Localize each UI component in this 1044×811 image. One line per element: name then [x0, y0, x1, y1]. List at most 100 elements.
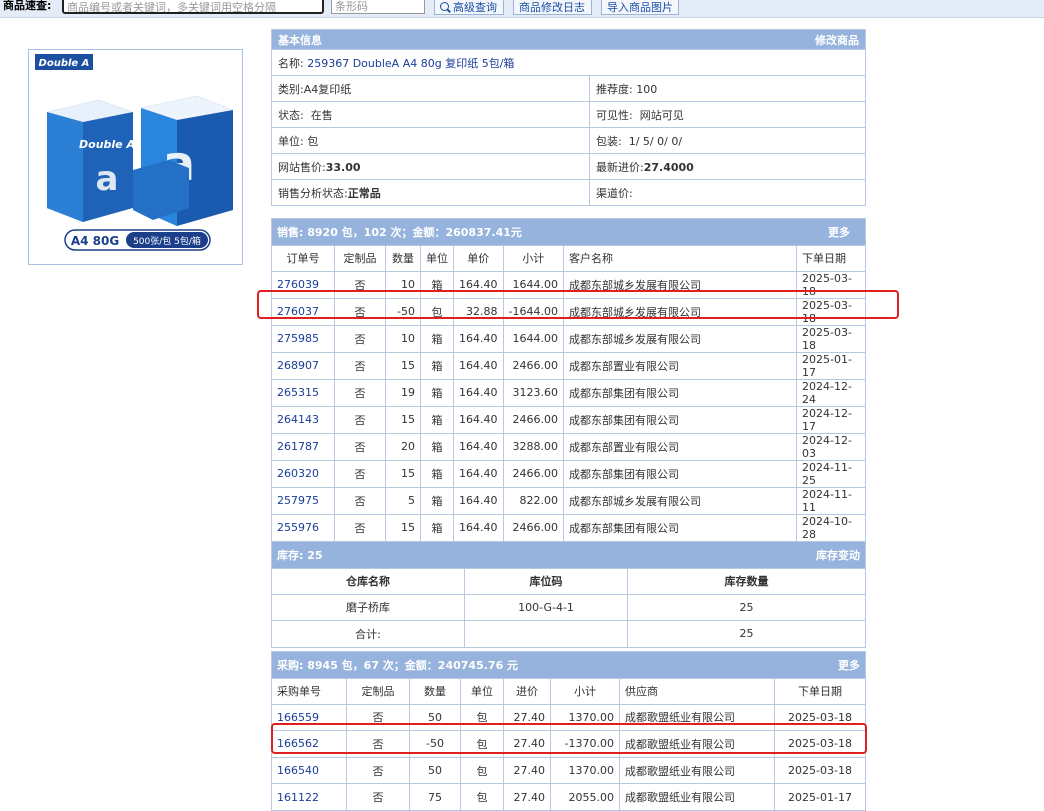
- sales-cell: 2024-10-28: [796, 513, 866, 542]
- sales-row: 265315 否 19 箱 164.40 3123.60 成都东部集团有限公司 2024-12…: [271, 378, 866, 407]
- sales-cell: 164.40: [453, 378, 504, 407]
- purchase-cell: 2025-03-18: [774, 756, 866, 785]
- product-change-log-button[interactable]: 商品修改日志: [513, 0, 592, 15]
- warehouse-name: 磨子桥库: [271, 593, 465, 622]
- purchase-more-link[interactable]: 更多: [838, 657, 860, 673]
- status-cell: 状态: 在售: [271, 101, 590, 128]
- quick-search-bar: 商品速查: 商品编号或者关键词，多关键词用空格分隔 条形码 高级查询 商品修改日…: [0, 0, 1044, 18]
- purchase-cell: 50: [409, 756, 461, 785]
- edit-product-link[interactable]: 修改商品: [815, 32, 859, 48]
- visibility-cell: 可见性: 网站可见: [589, 101, 866, 128]
- sales-order-link[interactable]: 255976: [277, 521, 319, 534]
- purchase-cell: 否: [346, 783, 410, 811]
- recommend-cell: 推荐度: 100: [589, 75, 866, 102]
- sales-cell: 3123.60: [502, 378, 564, 407]
- sales-cell: 否: [334, 378, 386, 407]
- sales-cell: 成都东部置业有限公司: [562, 432, 798, 461]
- unit-cell: 单位: 包: [271, 127, 590, 154]
- sales-cell: 15: [385, 459, 421, 488]
- sales-order-link[interactable]: 260320: [277, 467, 319, 480]
- image-caption-2: 500张/包 5包/箱: [133, 235, 201, 247]
- product-name-link[interactable]: 259367 DoubleA A4 80g 复印纸 5包/箱: [307, 57, 514, 70]
- purchase-row: 161122 否 75 包 27.40 2055.00 成都歌盟纸业有限公司 2025-01-…: [271, 783, 866, 811]
- purchase-order-link[interactable]: 161122: [277, 791, 319, 804]
- sales-cell: 成都东部置业有限公司: [562, 351, 798, 380]
- sales-row: 261787 否 20 箱 164.40 3288.00 成都东部置业有限公司 2024-12…: [271, 432, 866, 461]
- purchase-cell: 包: [460, 783, 504, 811]
- sales-cell: 2025-01-17: [796, 351, 866, 380]
- sales-cell: 成都东部集团有限公司: [562, 378, 798, 407]
- sales-cell: 2024-12-03: [796, 432, 866, 461]
- sales-order-link[interactable]: 261787: [277, 440, 319, 453]
- sales-cell: 5: [385, 486, 421, 515]
- sales-cell: 15: [385, 405, 421, 434]
- sales-cell: 164.40: [453, 432, 504, 461]
- sales-cell: 164.40: [453, 324, 504, 353]
- svg-text:a: a: [96, 159, 119, 199]
- sales-cell: 2466.00: [502, 351, 564, 380]
- sales-cell: 15: [385, 513, 421, 542]
- sales-cell: 164.40: [453, 405, 504, 434]
- sales-order-link[interactable]: 268907: [277, 359, 319, 372]
- sales-cell: 3288.00: [502, 432, 564, 461]
- website-price-cell: 网站售价:33.00: [271, 153, 590, 180]
- stock-row: 磨子桥库 100-G-4-1 25: [271, 593, 866, 622]
- sales-cell: 19: [385, 378, 421, 407]
- sales-order-link[interactable]: 264143: [277, 413, 319, 426]
- sales-cell: 成都东部城乡发展有限公司: [562, 486, 798, 515]
- highlight-sales-return-row: [257, 290, 899, 319]
- sales-cell: 否: [334, 324, 386, 353]
- sales-cell: 箱: [420, 459, 454, 488]
- sales-cell: 箱: [420, 378, 454, 407]
- sales-row: 260320 否 15 箱 164.40 2466.00 成都东部集团有限公司 2024-11…: [271, 459, 866, 488]
- sales-order-link[interactable]: 275985: [277, 332, 319, 345]
- stock-summary: 库存: 25: [277, 548, 323, 562]
- import-product-image-button[interactable]: 导入商品图片: [601, 0, 679, 15]
- sales-analysis-cell: 销售分析状态:正常品: [271, 179, 590, 206]
- sales-cell: 箱: [420, 513, 454, 542]
- purchase-summary: 采购: 8945 包，67 次；金额：240745.76 元: [277, 658, 519, 672]
- stock-header-row: 仓库名称 库位码 库存数量: [271, 567, 866, 595]
- svg-text:Double A: Double A: [79, 138, 135, 151]
- sales-cell: 2466.00: [502, 405, 564, 434]
- purchase-cell: 成都歌盟纸业有限公司: [619, 756, 775, 785]
- sales-row: 264143 否 15 箱 164.40 2466.00 成都东部集团有限公司 2024-12…: [271, 405, 866, 434]
- brand-logo: Double A: [39, 58, 90, 69]
- purchase-cell: 75: [409, 783, 461, 811]
- sales-cell: 成都东部集团有限公司: [562, 459, 798, 488]
- product-name-row: 名称: 259367 DoubleA A4 80g 复印纸 5包/箱: [271, 49, 866, 76]
- sales-cell: 成都东部城乡发展有限公司: [562, 324, 798, 353]
- sales-row: 257975 否 5 箱 164.40 822.00 成都东部城乡发展有限公司 2024-11…: [271, 486, 866, 515]
- stock-change-link[interactable]: 库存变动: [816, 547, 860, 563]
- sales-cell: 2025-03-18: [796, 324, 866, 353]
- sales-cell: 否: [334, 459, 386, 488]
- sales-summary: 销售: 8920 包，102 次；金额：260837.41元: [277, 225, 522, 239]
- sales-cell: 2024-12-24: [796, 378, 866, 407]
- basic-info-title: 基本信息: [278, 33, 322, 47]
- purchase-row: 166540 否 50 包 27.40 1370.00 成都歌盟纸业有限公司 2025-03-…: [271, 756, 866, 785]
- sales-cell: 164.40: [453, 513, 504, 542]
- stock-table: 库存: 25 库存变动 仓库名称 库位码 库存数量 磨子桥库 100-G-4-1 …: [271, 541, 866, 648]
- stock-total-row: 合计: 25: [271, 620, 866, 648]
- paper-box-image: Double A Double A a a A4 80G 500张/包 5包/箱: [35, 54, 233, 251]
- sales-cell: 否: [334, 351, 386, 380]
- purchase-cell: 否: [346, 756, 410, 785]
- sales-cell: 164.40: [453, 351, 504, 380]
- purchase-order-link[interactable]: 166540: [277, 764, 319, 777]
- sales-cell: 2466.00: [502, 513, 564, 542]
- purchase-cell: 2055.00: [550, 783, 620, 811]
- keyword-search-input[interactable]: 商品编号或者关键词，多关键词用空格分隔: [62, 0, 324, 14]
- barcode-input[interactable]: 条形码: [331, 0, 425, 14]
- sales-order-link[interactable]: 257975: [277, 494, 319, 507]
- sales-more-link[interactable]: 更多: [828, 224, 860, 240]
- sales-cell: 否: [334, 405, 386, 434]
- sales-cell: 成都东部集团有限公司: [562, 405, 798, 434]
- sales-cell: 2024-12-17: [796, 405, 866, 434]
- purchase-order-link[interactable]: 166559: [277, 711, 319, 724]
- purchase-cell: 27.40: [503, 783, 551, 811]
- advanced-search-button[interactable]: 高级查询: [434, 0, 504, 15]
- sales-cell: 164.40: [453, 486, 504, 515]
- sales-cell: 箱: [420, 432, 454, 461]
- sales-order-link[interactable]: 265315: [277, 386, 319, 399]
- basic-info-table: 基本信息 修改商品 名称: 259367 DoubleA A4 80g 复印纸 5…: [271, 29, 866, 206]
